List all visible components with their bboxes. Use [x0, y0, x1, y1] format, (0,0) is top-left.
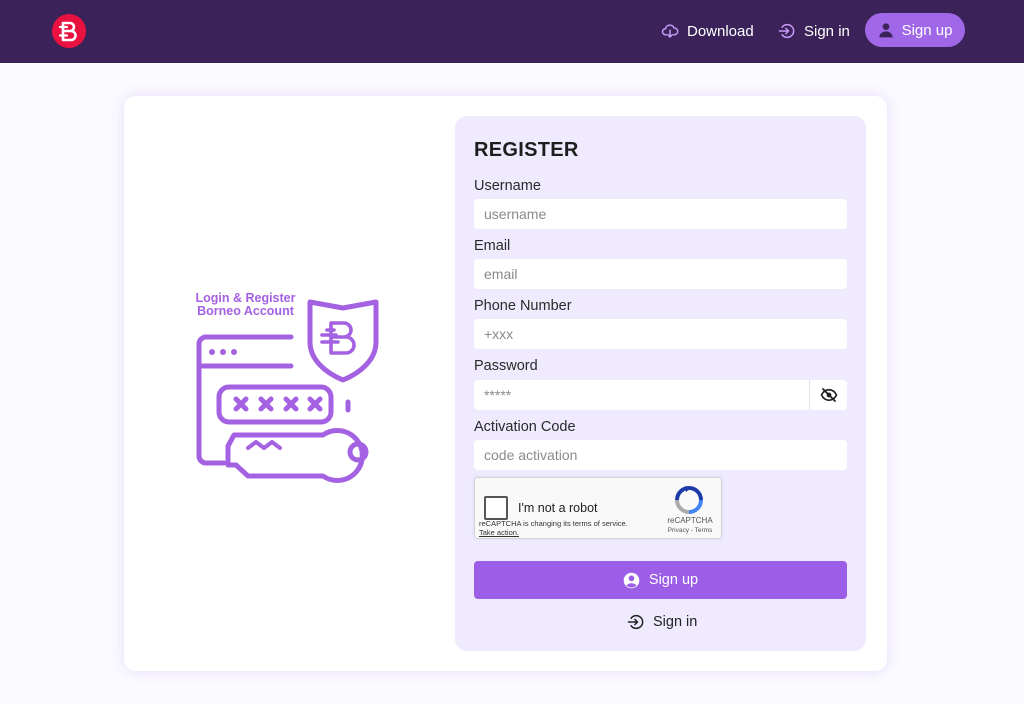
form-signin-link[interactable]: Sign in [627, 611, 697, 633]
user-circle-icon [623, 572, 640, 588]
email-label: Email [474, 238, 511, 254]
password-visibility-toggle[interactable] [809, 380, 847, 410]
form-title: REGISTER [474, 139, 579, 161]
phone-input[interactable] [474, 319, 847, 349]
password-label: Password [474, 358, 538, 374]
recaptcha-privacy-terms[interactable]: Privacy - Terms [661, 527, 719, 534]
nav-download-label: Download [687, 22, 754, 40]
recaptcha-notice-text: reCAPTCHA is changing its terms of servi… [479, 519, 628, 528]
email-input[interactable] [474, 259, 847, 289]
recaptcha-take-action-link[interactable]: Take action. [479, 528, 628, 537]
phone-label: Phone Number [474, 298, 572, 314]
nav-signin-label: Sign in [804, 22, 850, 40]
recaptcha-checkbox[interactable] [484, 496, 508, 520]
signup-submit-button[interactable]: Sign up [474, 561, 847, 599]
eye-slash-icon [820, 388, 837, 402]
nav-download-link[interactable]: Download [661, 17, 754, 45]
recaptcha-widget: I'm not a robot reCAPTCHA is changing it… [474, 477, 722, 539]
logo-glyph [58, 21, 77, 42]
activation-code-label: Activation Code [474, 419, 576, 435]
top-navbar: Download Sign in Sign up [0, 0, 1024, 63]
form-signin-label: Sign in [653, 614, 698, 630]
recaptcha-logo-icon [675, 486, 703, 514]
nav-signup-label: Sign up [901, 21, 953, 39]
sign-in-icon [778, 23, 795, 39]
recaptcha-brand: reCAPTCHA [667, 516, 713, 525]
nav-signin-link[interactable]: Sign in [778, 17, 850, 45]
nav-signup-button[interactable]: Sign up [865, 13, 965, 47]
recaptcha-label: I'm not a robot [518, 501, 598, 515]
username-input[interactable] [474, 199, 847, 229]
login-register-illustration: Login & Register Borneo Account [188, 290, 393, 490]
recaptcha-notice: reCAPTCHA is changing its terms of servi… [479, 519, 628, 537]
user-icon [878, 23, 893, 38]
signup-submit-label: Sign up [648, 572, 699, 588]
password-input[interactable] [474, 380, 810, 410]
password-security-key-icon [196, 299, 379, 483]
username-label: Username [474, 178, 541, 194]
cloud-download-icon [661, 24, 679, 38]
activation-code-input[interactable] [474, 440, 847, 470]
sign-in-icon [627, 614, 644, 630]
borneo-logo-icon[interactable] [52, 14, 86, 48]
